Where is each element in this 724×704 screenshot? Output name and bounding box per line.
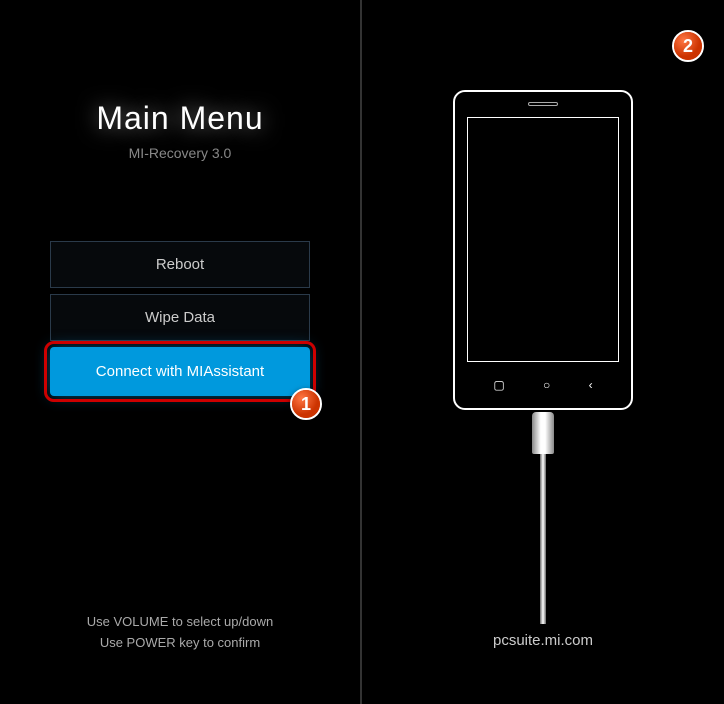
home-icon: ○: [543, 378, 550, 392]
phone-screen-icon: [467, 117, 619, 362]
page-subtitle: MI-Recovery 3.0: [0, 145, 360, 161]
usb-connector-icon: [532, 412, 554, 454]
page-title: Main Menu: [0, 100, 360, 137]
annotation-badge-2: 2: [672, 30, 704, 62]
url-label: pcsuite.mi.com: [362, 632, 724, 649]
recovery-screen: Main Menu MI-Recovery 3.0 Reboot Wipe Da…: [0, 0, 362, 704]
menu-connect-label: Connect with MIAssistant: [96, 363, 264, 380]
footer-line-1: Use VOLUME to select up/down: [0, 612, 360, 633]
back-icon: ‹: [589, 378, 593, 392]
phone-nav-buttons: ▢ ○ ‹: [455, 378, 631, 392]
menu-list: Reboot Wipe Data Connect with MIAssistan…: [0, 241, 360, 396]
annotation-badge-1: 1: [290, 388, 322, 420]
menu-connect-miassistant[interactable]: Connect with MIAssistant: [50, 347, 310, 396]
usb-cable-icon: [540, 454, 546, 624]
menu-wipe-data[interactable]: Wipe Data: [50, 294, 310, 341]
footer-hints: Use VOLUME to select up/down Use POWER k…: [0, 612, 360, 654]
menu-reboot[interactable]: Reboot: [50, 241, 310, 288]
phone-earpiece-icon: [528, 102, 558, 106]
phone-outline-icon: ▢ ○ ‹: [453, 90, 633, 410]
footer-line-2: Use POWER key to confirm: [0, 633, 360, 654]
recent-apps-icon: ▢: [493, 378, 504, 392]
connect-screen: 2 ▢ ○ ‹ pcsuite.mi.com: [362, 0, 724, 704]
